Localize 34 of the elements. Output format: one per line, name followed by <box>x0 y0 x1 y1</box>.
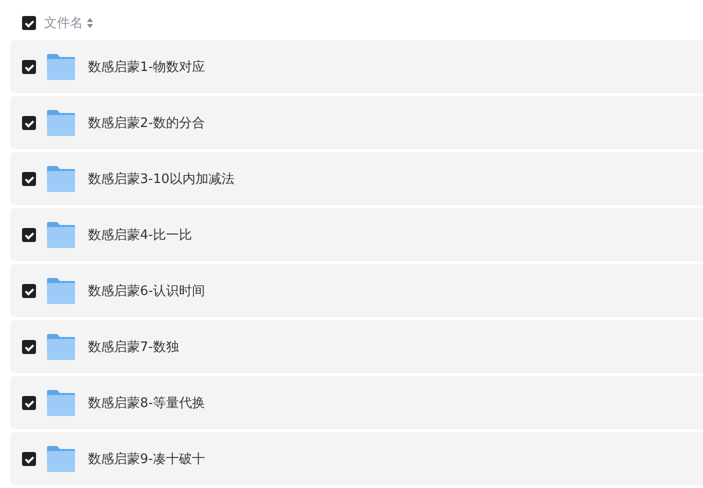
folder-name: 数感启蒙8-等量代换 <box>88 394 205 412</box>
file-row[interactable]: 数感启蒙9-凑十破十 <box>10 432 703 485</box>
sort-icon[interactable] <box>87 18 93 28</box>
row-checkbox[interactable] <box>22 284 36 298</box>
folder-icon <box>46 164 76 192</box>
file-row[interactable]: 数感启蒙3-10以内加减法 <box>10 152 703 205</box>
folder-name: 数感启蒙1-物数对应 <box>88 58 205 76</box>
file-row[interactable]: 数感启蒙6-认识时间 <box>10 264 703 317</box>
folder-icon <box>46 52 76 80</box>
row-checkbox[interactable] <box>22 60 36 74</box>
folder-name: 数感启蒙7-数独 <box>88 338 179 356</box>
select-all-checkbox[interactable] <box>22 16 36 30</box>
folder-name: 数感启蒙4-比一比 <box>88 226 192 244</box>
row-checkbox[interactable] <box>22 116 36 130</box>
folder-icon <box>46 444 76 472</box>
folder-icon <box>46 108 76 136</box>
row-checkbox[interactable] <box>22 340 36 354</box>
folder-name: 数感启蒙3-10以内加减法 <box>88 170 235 188</box>
folder-name: 数感启蒙6-认识时间 <box>88 282 205 300</box>
file-row[interactable]: 数感启蒙8-等量代换 <box>10 376 703 429</box>
row-checkbox[interactable] <box>22 228 36 242</box>
row-checkbox[interactable] <box>22 172 36 186</box>
file-row[interactable]: 数感启蒙1-物数对应 <box>10 40 703 93</box>
file-row[interactable]: 数感启蒙2-数的分合 <box>10 96 703 149</box>
file-row[interactable]: 数感启蒙7-数独 <box>10 320 703 373</box>
folder-name: 数感启蒙2-数的分合 <box>88 114 205 132</box>
row-checkbox[interactable] <box>22 452 36 466</box>
file-row[interactable]: 数感启蒙4-比一比 <box>10 208 703 261</box>
folder-icon <box>46 388 76 416</box>
row-checkbox[interactable] <box>22 396 36 410</box>
folder-icon <box>46 276 76 304</box>
folder-icon <box>46 332 76 360</box>
folder-name: 数感启蒙9-凑十破十 <box>88 450 205 468</box>
folder-icon <box>46 220 76 248</box>
